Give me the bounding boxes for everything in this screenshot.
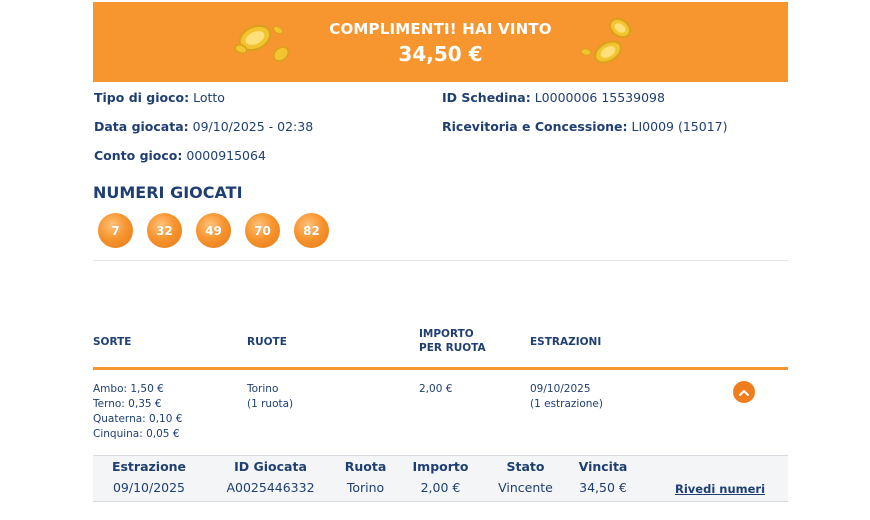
numbers-section-title: NUMERI GIOCATI — [93, 183, 243, 202]
col-header-importo-line1: IMPORTO — [419, 328, 474, 340]
game-type-label: Tipo di gioco: — [94, 90, 190, 105]
col-header-ruote: RUOTE — [247, 336, 287, 348]
chevron-up-icon — [739, 389, 749, 396]
ruote-count: (1 ruota) — [247, 398, 294, 410]
col-header-sorte: SORTE — [93, 336, 132, 348]
detail-header-id-giocata: ID Giocata — [234, 459, 307, 474]
col-header-estrazioni: ESTRAZIONI — [530, 336, 602, 348]
detail-id-giocata-value: A0025446332 — [226, 480, 315, 495]
col-header-importo-line2: PER RUOTA — [419, 342, 486, 354]
detail-vincita-value: 34,50 € — [579, 480, 627, 495]
sorte-cinquina: Cinquina: 0,05 € — [93, 428, 180, 440]
cell-sorte: Ambo: 1,50 € Terno: 0,35 € Quaterna: 0,1… — [93, 382, 182, 442]
game-type-value: Lotto — [193, 90, 225, 105]
ticket-id-label: ID Schedina: — [442, 90, 531, 105]
win-banner: COMPLIMENTI! HAI VINTO 34,50 € — [93, 2, 788, 82]
detail-header-ruota: Ruota — [344, 459, 387, 474]
detail-header-estrazione: Estrazione — [111, 459, 187, 474]
play-detail-table: Estrazione ID Giocata Ruota Importo Stat… — [93, 455, 788, 502]
receiver-value: LI0009 (15017) — [631, 119, 728, 134]
banner-win-amount: 34,50 € — [398, 42, 483, 66]
cell-estrazioni: 09/10/2025 (1 estrazione) — [530, 382, 603, 412]
section-divider — [93, 260, 788, 261]
sorte-quaterna: Quaterna: 0,10 € — [93, 413, 183, 425]
detail-header-vincita: Vincita — [578, 459, 628, 474]
number-ball: 70 — [245, 213, 280, 248]
date-value: 09/10/2025 - 02:38 — [192, 119, 314, 134]
cell-importo: 2,00 € — [419, 383, 453, 395]
sorte-terno: Terno: 0,35 € — [93, 398, 162, 410]
receiver-label: Ricevitoria e Concessione: — [442, 119, 628, 134]
estrazioni-date: 09/10/2025 — [530, 383, 591, 395]
table-header-underline — [93, 367, 788, 370]
info-account: Conto gioco: 0000915064 — [94, 148, 266, 163]
info-game-type: Tipo di gioco: Lotto — [94, 90, 225, 105]
number-ball: 49 — [196, 213, 231, 248]
detail-importo-value: 2,00 € — [420, 480, 461, 495]
cell-ruote: Torino (1 ruota) — [247, 382, 293, 412]
number-ball: 7 — [98, 213, 133, 248]
ruote-name: Torino — [247, 383, 279, 395]
sorte-ambo: Ambo: 1,50 € — [93, 383, 164, 395]
account-value: 0000915064 — [186, 148, 266, 163]
banner-title: COMPLIMENTI! HAI VINTO — [329, 20, 552, 38]
ticket-id-value: L0000006 15539098 — [534, 90, 665, 105]
detail-stato-value: Vincente — [498, 480, 553, 495]
info-receiver: Ricevitoria e Concessione: LI0009 (15017… — [442, 119, 728, 134]
number-ball: 82 — [294, 213, 329, 248]
detail-estrazione-value: 09/10/2025 — [112, 480, 186, 495]
col-header-importo: IMPORTO PER RUOTA — [419, 327, 486, 355]
detail-ruota-value: Torino — [346, 480, 385, 495]
info-date: Data giocata: 09/10/2025 - 02:38 — [94, 119, 313, 134]
date-label: Data giocata: — [94, 119, 189, 134]
estrazioni-count: (1 estrazione) — [530, 398, 603, 410]
review-numbers-link[interactable]: Rivedi numeri — [675, 482, 765, 496]
detail-header-importo: Importo — [412, 459, 469, 474]
number-ball: 32 — [147, 213, 182, 248]
played-numbers: 7 32 49 70 82 — [98, 213, 329, 248]
detail-header-stato: Stato — [506, 459, 545, 474]
info-ticket-id: ID Schedina: L0000006 15539098 — [442, 90, 665, 105]
account-label: Conto gioco: — [94, 148, 183, 163]
collapse-row-button[interactable] — [733, 381, 755, 403]
